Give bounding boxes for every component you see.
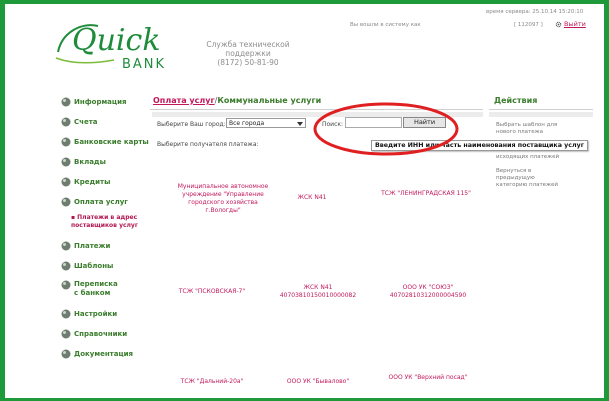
vendor-link[interactable]: ТСЖ "ЛЕНИНГРАДСКАЯ 115" — [376, 190, 476, 198]
gear-icon — [555, 21, 562, 27]
sidebar-item-label: Оплата услуг — [74, 198, 128, 206]
sidebar-item-label: Информация — [74, 98, 127, 106]
sidebar-item-credits[interactable]: Кредиты — [61, 172, 151, 192]
server-time: время сервера: 25.10.14 15:20:10 — [486, 9, 584, 15]
sidebar-item-payments-services[interactable]: Оплата услуг — [61, 192, 151, 212]
sidebar-item-label: Шаблоны — [74, 262, 114, 270]
globe-icon — [61, 137, 71, 147]
globe-icon — [61, 97, 71, 107]
top-border — [0, 0, 609, 4]
chevron-down-icon — [297, 122, 303, 126]
search-label: Поиск: — [322, 121, 344, 128]
city-label: Выберите Ваш город: — [157, 121, 226, 128]
vendor-link[interactable]: ЖСК N41 — [282, 194, 342, 202]
globe-icon — [61, 309, 71, 319]
globe-icon — [61, 117, 71, 127]
sidebar-item-label: Кредиты — [74, 178, 111, 186]
breadcrumb-current: Коммунальные услуги — [217, 96, 322, 105]
support-info: Служба технической поддержки (8172) 50-8… — [189, 40, 307, 67]
search-input[interactable] — [345, 117, 402, 128]
sidebar-item-label: Вклады — [74, 158, 106, 166]
support-title: Служба технической поддержки — [206, 40, 290, 58]
search-tooltip: Введите ИНН или часть наименования поста… — [371, 140, 588, 151]
sidebar-item-correspondence[interactable]: Переписка с банком — [61, 280, 151, 298]
vendor-link[interactable]: Муниципальное автономное учреждение "Упр… — [174, 183, 272, 215]
logout-link[interactable]: Выйти — [555, 20, 586, 28]
sidebar-item-templates[interactable]: Шаблоны — [61, 256, 151, 276]
vendor-link[interactable]: ЖСК N41 40703810150010000082 — [270, 284, 366, 300]
city-select-value: Все города — [229, 119, 265, 127]
sidebar-item-label: Переписка с банком — [74, 280, 118, 297]
quick-bank-logo: Quick BANK — [55, 23, 166, 72]
logo-word-quick: Quick — [72, 23, 161, 58]
logo-word-bank: BANK — [122, 57, 166, 72]
sidebar-item-documentation[interactable]: Документация — [61, 344, 151, 364]
vendor-link[interactable]: ООО УК "Верхний посад" — [388, 374, 468, 382]
sidebar-item-settings[interactable]: Настройки — [61, 304, 151, 324]
breadcrumb: Оплата услуг/Коммунальные услуги — [153, 96, 321, 105]
vendor-link[interactable]: ТСЖ "Дальний-20а" — [165, 378, 259, 386]
sidebar-item-accounts[interactable]: Счета — [61, 112, 151, 132]
sidebar-item-deposits[interactable]: Вклады — [61, 152, 151, 172]
welcome-text: Вы вошли в систему как — [350, 22, 421, 28]
globe-icon — [61, 157, 71, 167]
city-select[interactable]: Все города — [226, 118, 306, 128]
sidebar-item-label: Справочники — [74, 330, 128, 338]
sidebar-subitem-providers[interactable]: ▪ Платежи в адрес поставщиков услуг — [61, 214, 151, 230]
globe-icon — [61, 280, 71, 290]
sidebar-item-payments[interactable]: Платежи — [61, 236, 151, 256]
actions-divider — [489, 109, 593, 110]
actions-band — [489, 112, 593, 117]
vendor-link[interactable]: ТСЖ "ПСКОВСКАЯ-7" — [165, 288, 259, 296]
actions-title: Действия — [494, 96, 538, 105]
action-outgoing-payments[interactable]: исходящих платежей — [496, 154, 566, 161]
sidebar-item-label: Настройки — [74, 310, 118, 318]
vendor-link[interactable]: ООО УК "Бывалово" — [270, 378, 366, 386]
sidebar-item-cards[interactable]: Банковские карты — [61, 132, 151, 152]
globe-icon — [61, 261, 71, 271]
sidebar-subitem-label: Платежи в адрес поставщиков услуг — [71, 214, 138, 229]
recipient-label: Выберите получателя платежа: — [157, 141, 259, 148]
sidebar-nav: Информация Счета Банковские карты Вклады… — [61, 92, 151, 364]
logout-label: Выйти — [564, 20, 586, 28]
globe-icon — [61, 177, 71, 187]
sidebar-item-label: Документация — [74, 350, 134, 358]
sidebar-item-label: Банковские карты — [74, 138, 149, 146]
breadcrumb-link-payments[interactable]: Оплата услуг — [153, 96, 215, 105]
sidebar-item-label: Счета — [74, 118, 98, 126]
action-choose-template[interactable]: Выбрать шаблон для нового платежа — [496, 122, 566, 136]
support-phone: (8172) 50-81-90 — [217, 58, 279, 67]
sidebar-item-info[interactable]: Информация — [61, 92, 151, 112]
action-go-back-category[interactable]: Вернуться в предыдущую категорию платеже… — [496, 168, 566, 189]
sidebar-item-label: Платежи — [74, 242, 111, 250]
globe-icon — [61, 241, 71, 251]
divider — [150, 109, 483, 110]
globe-icon — [61, 329, 71, 339]
find-button[interactable]: Найти — [403, 117, 446, 128]
vendor-link[interactable]: ООО УК "СОЮЗ" 40702810312000004590 — [378, 284, 478, 300]
sidebar-item-references[interactable]: Справочники — [61, 324, 151, 344]
globe-icon — [61, 197, 71, 207]
user-id: [ 112097 ] — [514, 22, 543, 28]
globe-icon — [61, 349, 71, 359]
